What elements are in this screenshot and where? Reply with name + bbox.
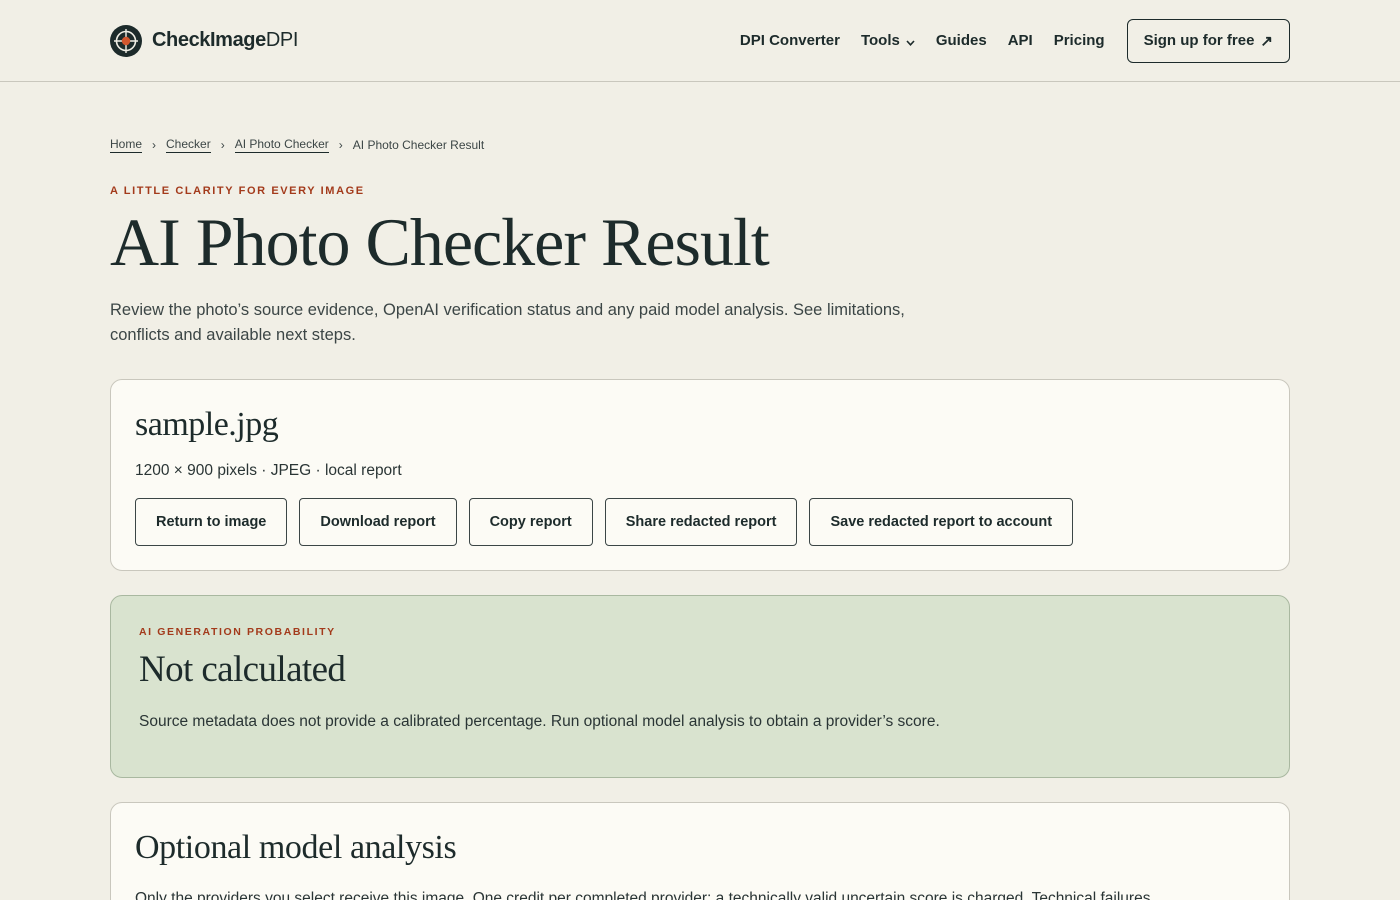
file-name: sample.jpg <box>135 405 279 443</box>
main-content: Home › Checker › AI Photo Checker › AI P… <box>0 137 1400 900</box>
breadcrumb-separator: › <box>338 138 343 152</box>
signup-label: Sign up for free <box>1143 32 1255 49</box>
breadcrumb-home[interactable]: Home <box>110 137 143 153</box>
probability-value: Not calculated <box>139 648 346 690</box>
breadcrumb-separator: › <box>152 138 157 152</box>
return-to-image-button[interactable]: Return to image <box>135 497 288 546</box>
page-lede: Review the photo’s source evidence, Open… <box>110 301 905 345</box>
nav-dpi-converter[interactable]: DPI Converter <box>740 32 840 49</box>
breadcrumb: Home › Checker › AI Photo Checker › AI P… <box>110 137 1290 153</box>
nav-pricing[interactable]: Pricing <box>1054 32 1105 49</box>
model-analysis-description: Only the providers you select receive th… <box>135 889 1151 900</box>
breadcrumb-checker[interactable]: Checker <box>166 137 211 153</box>
breadcrumb-current: AI Photo Checker Result <box>352 138 485 152</box>
report-actions: Return to image Download report Copy rep… <box>135 497 1265 546</box>
page-title: AI Photo Checker Result <box>110 204 770 280</box>
file-card: sample.jpg 1200 × 900 pixels · JPEG · lo… <box>110 378 1290 571</box>
share-redacted-report-button[interactable]: Share redacted report <box>604 497 798 546</box>
main-nav: DPI Converter Tools Guides API Pricing S… <box>740 18 1290 63</box>
nav-api[interactable]: API <box>1008 32 1033 49</box>
save-redacted-report-button[interactable]: Save redacted report to account <box>809 497 1074 546</box>
brand-name: CheckImageDPI <box>152 29 298 51</box>
probability-eyebrow: AI generation probability <box>139 625 336 638</box>
hero-eyebrow: A little clarity for every image <box>110 185 365 197</box>
brand-home-link[interactable]: CheckImageDPI <box>110 24 298 57</box>
breadcrumb-ai-photo-checker[interactable]: AI Photo Checker <box>234 137 329 153</box>
site-header: CheckImageDPI DPI Converter Tools Guides… <box>0 0 1400 82</box>
signup-button[interactable]: Sign up for free ↗ <box>1126 18 1290 63</box>
nav-guides[interactable]: Guides <box>936 32 987 49</box>
nav-tools-label: Tools <box>860 32 900 49</box>
model-analysis-title: Optional model analysis <box>135 828 457 866</box>
download-report-button[interactable]: Download report <box>299 497 457 546</box>
nav-tools[interactable]: Tools <box>861 32 915 49</box>
file-meta: 1200 × 900 pixels · JPEG · local report <box>135 461 402 479</box>
crosshair-logo-icon <box>110 24 142 57</box>
probability-description: Source metadata does not provide a calib… <box>139 712 940 730</box>
model-analysis-card: Optional model analysis Only the provide… <box>110 801 1290 900</box>
external-arrow-icon: ↗ <box>1260 32 1273 50</box>
ai-probability-panel: AI generation probability Not calculated… <box>110 594 1290 778</box>
chevron-down-icon <box>906 37 915 49</box>
breadcrumb-separator: › <box>220 138 225 152</box>
copy-report-button[interactable]: Copy report <box>468 497 593 546</box>
